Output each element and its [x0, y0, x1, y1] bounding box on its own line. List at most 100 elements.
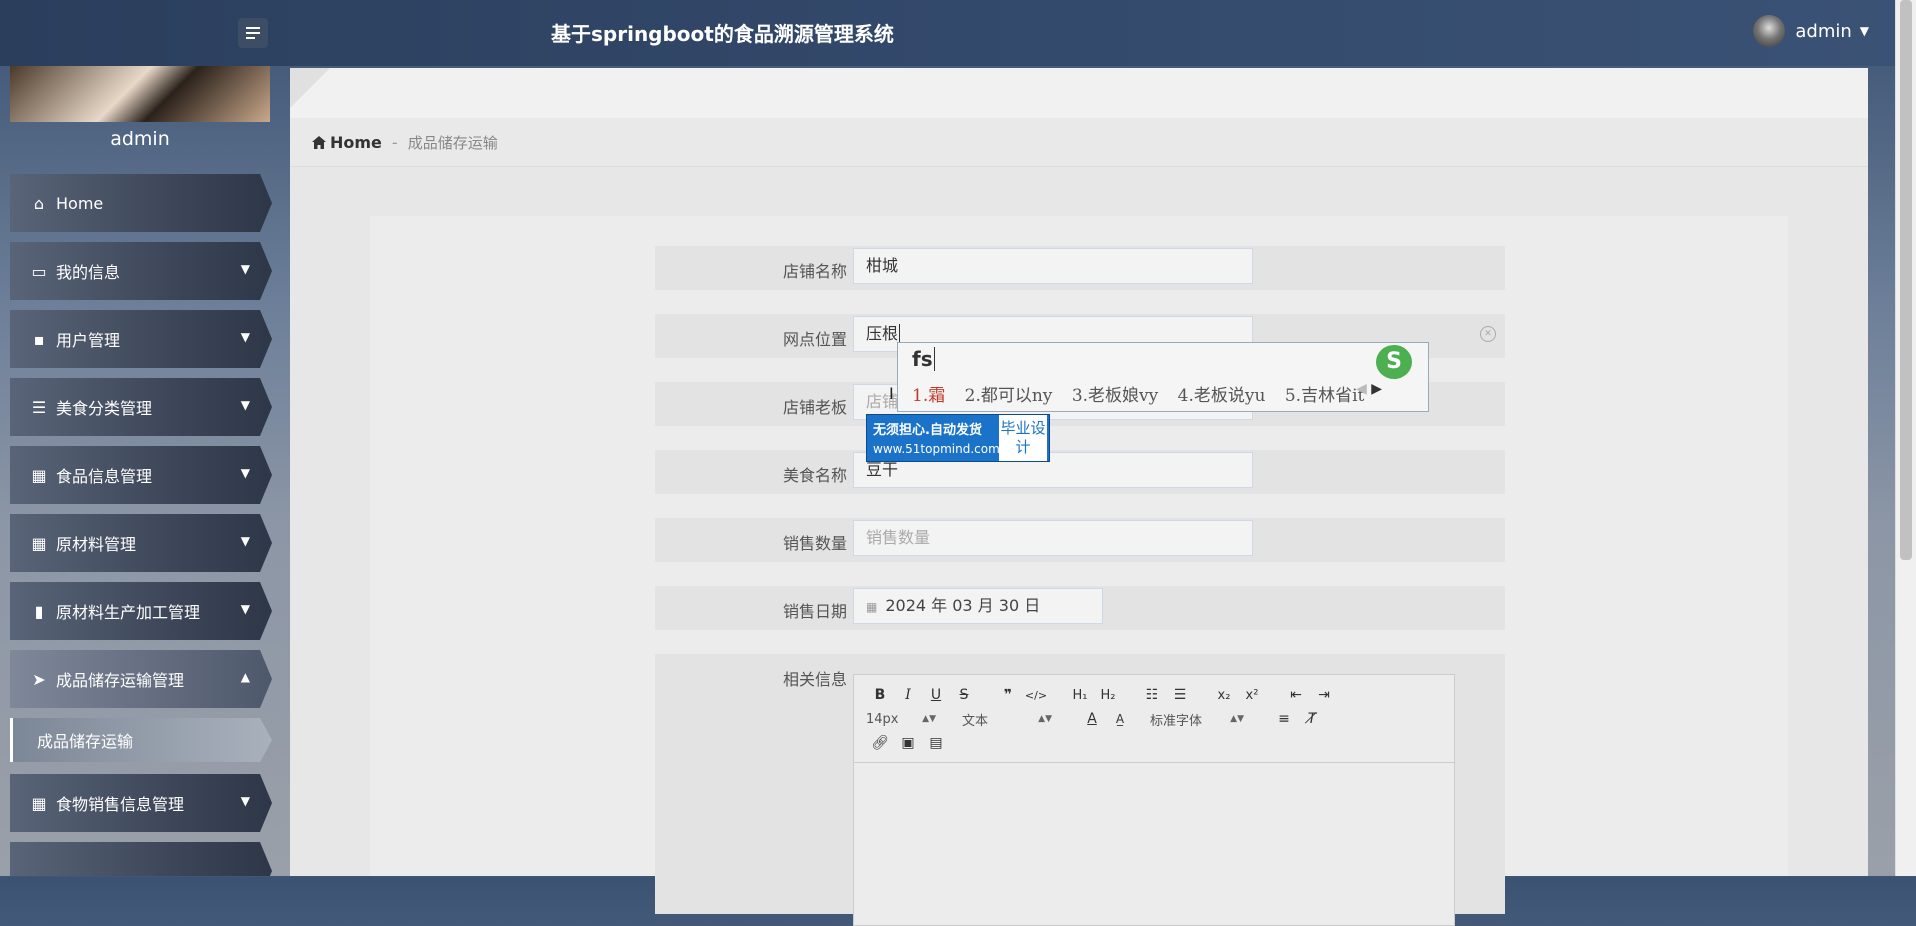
- text-cursor-icon: I: [889, 384, 894, 403]
- owner-label: 店铺老板: [782, 398, 847, 417]
- book-icon: ▮: [34, 601, 44, 621]
- ad-banner[interactable]: 无须担心.自动发货 www.51topmind.com 毕业设计: [866, 414, 1050, 462]
- profile-name: admin: [110, 128, 170, 150]
- form-row-info: 相关信息 B I U S ❞ </> H₁ H₂ ☷ ☰ x₂ x² ⇤ ⇥ 1…: [655, 654, 1505, 926]
- chevron-down-icon: ▼: [240, 466, 250, 480]
- sidebar-item-raw-materials[interactable]: ▦ 原材料管理 ▼: [10, 514, 272, 572]
- bullet-list-icon[interactable]: ☰: [1166, 687, 1194, 703]
- username: admin: [1795, 20, 1852, 42]
- sidebar-item-storage-transport[interactable]: ➤ 成品储存运输管理 ▲: [10, 650, 272, 708]
- breadcrumb-home-link[interactable]: Home: [312, 133, 382, 152]
- app-title: 基于springboot的食品溯源管理系统: [551, 22, 894, 46]
- save-icon[interactable]: ▤: [922, 735, 950, 751]
- underline-icon[interactable]: U: [922, 687, 950, 703]
- indent-icon[interactable]: ⇥: [1310, 687, 1338, 703]
- ime-candidate[interactable]: 2.都可以ny: [965, 386, 1053, 406]
- chevron-down-icon: ▼: [240, 602, 250, 616]
- caret-down-icon: ▼: [1859, 24, 1869, 38]
- sidebar-item-home[interactable]: ⌂ Home: [10, 174, 272, 232]
- top-ribbon: [290, 68, 1868, 119]
- ordered-list-icon[interactable]: ☷: [1138, 687, 1166, 703]
- sidebar-item-food-info[interactable]: ▦ 食品信息管理 ▼: [10, 446, 272, 504]
- font-family-select[interactable]: 标准字体 ▲▼: [1150, 710, 1244, 729]
- heading2-icon[interactable]: H₂: [1094, 688, 1122, 703]
- sales-date-input[interactable]: ▦ 2024 年 03 月 30 日: [853, 588, 1103, 624]
- shop-name-label: 店铺名称: [782, 262, 847, 281]
- italic-icon[interactable]: I: [894, 687, 922, 703]
- superscript-icon[interactable]: x²: [1238, 688, 1266, 703]
- profile-image: [10, 66, 270, 122]
- next-page-icon[interactable]: ▶: [1371, 381, 1382, 397]
- ad-url: www.51topmind.com: [873, 442, 1000, 456]
- top-header: 基于springboot的食品溯源管理系统 admin ▼: [0, 0, 1916, 66]
- scrollbar-thumb[interactable]: [1900, 0, 1912, 560]
- align-icon[interactable]: ≡: [1270, 711, 1298, 727]
- menu-toggle-button[interactable]: [238, 18, 268, 48]
- menu-icon: [246, 24, 260, 43]
- bold-icon[interactable]: B: [866, 687, 894, 703]
- chevron-down-icon: ▼: [240, 262, 250, 276]
- image-icon[interactable]: ▣: [894, 735, 922, 751]
- sidebar-item-label: 成品储存运输管理: [56, 671, 185, 690]
- ime-candidate[interactable]: 3.老板娘vy: [1072, 386, 1158, 406]
- sidebar-item-user-management[interactable]: ▪ 用户管理 ▼: [10, 310, 272, 368]
- sidebar-subitem-storage-transport[interactable]: 成品储存运输: [10, 718, 272, 762]
- user-menu[interactable]: admin ▼: [1753, 15, 1869, 47]
- font-size-select[interactable]: 14px ▲▼: [866, 712, 936, 727]
- sidebar-item-raw-processing[interactable]: ▮ 原材料生产加工管理 ▼: [10, 582, 272, 640]
- prev-page-icon[interactable]: ◀: [1356, 381, 1367, 397]
- sidebar-item-label: 我的信息: [56, 263, 121, 282]
- strikethrough-icon[interactable]: S: [950, 687, 978, 703]
- chevron-down-icon: ▼: [240, 794, 250, 808]
- list-icon: ☰: [31, 397, 47, 417]
- font-size-value: 14px: [866, 711, 899, 727]
- page-scrollbar[interactable]: [1895, 0, 1916, 876]
- chat-icon: ▪: [33, 329, 45, 349]
- sidebar-item-label: 原材料管理: [56, 535, 137, 554]
- text-type-select[interactable]: 文本 ▲▼: [962, 710, 1052, 729]
- ime-candidate-popup: fs 1.霜 2.都可以ny 3.老板娘vy 4.老板说yu 5.吉林省it ◀…: [897, 342, 1429, 412]
- sidebar-subitem-label: 成品储存运输: [37, 732, 134, 751]
- ime-candidate[interactable]: 4.老板说yu: [1178, 386, 1266, 406]
- sidebar-item-food-category[interactable]: ☰ 美食分类管理 ▼: [10, 378, 272, 436]
- id-card-icon: ▭: [31, 261, 47, 281]
- link-icon[interactable]: 🔗︎: [866, 735, 894, 751]
- heading1-icon[interactable]: H₁: [1066, 688, 1094, 703]
- shop-name-input[interactable]: 柑城: [853, 248, 1253, 284]
- chevron-down-icon: ▼: [240, 330, 250, 344]
- outdent-icon[interactable]: ⇤: [1282, 687, 1310, 703]
- blockquote-icon[interactable]: ❞: [994, 687, 1022, 703]
- dashboard-icon: ▦: [31, 793, 47, 813]
- breadcrumb-separator: -: [391, 132, 398, 152]
- ime-page-arrows[interactable]: ◀ ▶: [1356, 381, 1382, 397]
- sidebar: admin ⌂ Home ▭ 我的信息 ▼ ▪ 用户管理 ▼ ☰ 美食分类管理 …: [0, 66, 282, 876]
- chevron-down-icon: ▼: [240, 398, 250, 412]
- subscript-icon[interactable]: x₂: [1210, 688, 1238, 703]
- chevron-up-icon: ▲: [240, 670, 250, 684]
- sidebar-item-label: Home: [56, 193, 104, 213]
- clear-icon[interactable]: ✕: [1480, 326, 1496, 342]
- ime-candidate[interactable]: 1.霜: [912, 386, 945, 406]
- breadcrumb-current: 成品储存运输: [407, 133, 498, 152]
- background-color-icon[interactable]: A̲: [1106, 712, 1134, 726]
- page-curl: [290, 68, 330, 108]
- sidebar-item-my-info[interactable]: ▭ 我的信息 ▼: [10, 242, 272, 300]
- sidebar-item-food-sales[interactable]: ▦ 食物销售信息管理 ▼: [10, 774, 272, 832]
- chevron-down-icon: ▼: [240, 534, 250, 548]
- ime-candidate[interactable]: 5.吉林省it: [1285, 386, 1365, 406]
- ime-candidate-list: 1.霜 2.都可以ny 3.老板娘vy 4.老板说yu 5.吉林省it: [912, 381, 1378, 406]
- form-row-sales-qty: 销售数量 销售数量: [655, 518, 1505, 562]
- sales-qty-input[interactable]: 销售数量: [853, 520, 1253, 556]
- code-block-icon[interactable]: </>: [1022, 689, 1050, 702]
- sidebar-item-more[interactable]: [10, 842, 272, 876]
- sidebar-item-label: 用户管理: [56, 331, 121, 350]
- breadcrumb-home-label: Home: [330, 132, 382, 152]
- form-row-shop-name: 店铺名称 柑城: [655, 246, 1505, 290]
- home-icon: [312, 135, 326, 149]
- form-row-sales-date: 销售日期 ▦ 2024 年 03 月 30 日: [655, 586, 1505, 630]
- location-label: 网点位置: [782, 330, 847, 349]
- food-name-label: 美食名称: [782, 466, 847, 485]
- font-color-icon[interactable]: A: [1078, 711, 1106, 727]
- clear-format-icon[interactable]: T̸: [1298, 711, 1326, 727]
- paper-plane-icon: ➤: [32, 669, 46, 689]
